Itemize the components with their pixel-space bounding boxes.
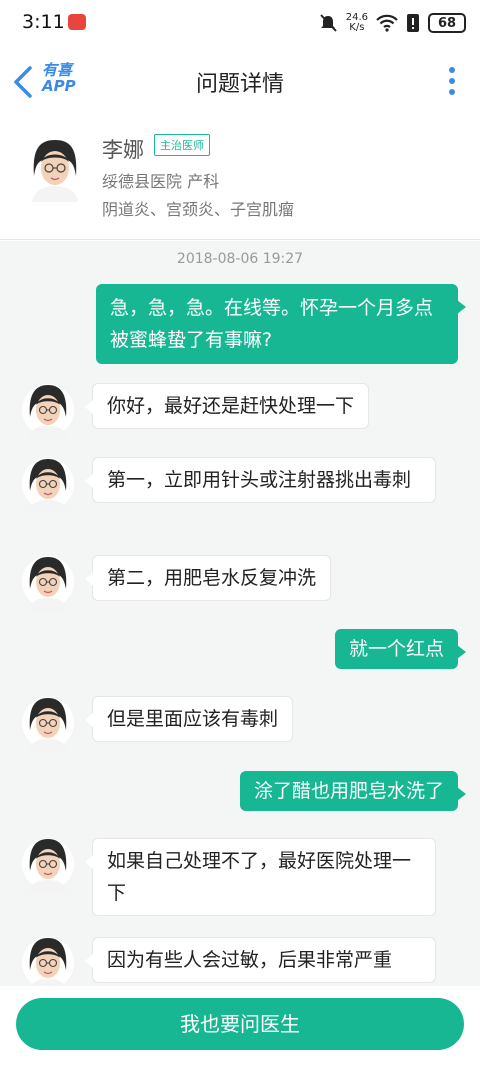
doctor-message: 第一，立即用针头或注射器挑出毒刺 bbox=[85, 457, 436, 503]
doctor-chat-avatar bbox=[22, 936, 74, 986]
chat-area[interactable]: 2018-08-06 19:27 急，急，急。在线等。怀孕一个月多点被蜜蜂蛰了有… bbox=[0, 241, 480, 986]
network-speed: 24.6 K/s bbox=[346, 13, 368, 33]
message-text: 涂了醋也用肥皂水洗了 bbox=[253, 780, 444, 802]
chat-timestamp: 2018-08-06 19:27 bbox=[176, 251, 304, 267]
app-notification-icon bbox=[68, 14, 86, 30]
doctor-avatar bbox=[26, 136, 84, 202]
doctor-specialty: 阴道炎、宫颈炎、子宫肌瘤 bbox=[102, 200, 295, 219]
message-text: 第一，立即用针头或注射器挑出毒刺 bbox=[107, 469, 412, 491]
doctor-hospital: 绥德县医院 产科 bbox=[102, 172, 220, 191]
ask-doctor-button[interactable]: 我也要问医生 bbox=[16, 998, 464, 1050]
message-text: 第二，用肥皂水反复冲洗 bbox=[107, 567, 317, 589]
user-message: 就一个红点 bbox=[334, 629, 467, 669]
battery-indicator: 68 bbox=[428, 13, 466, 33]
user-message: 急，急，急。在线等。怀孕一个月多点被蜜蜂蛰了有事嘛? bbox=[96, 284, 466, 364]
status-time: 3:11 bbox=[22, 11, 65, 33]
message-text: 因为有些人会过敏，后果非常严重 bbox=[107, 949, 393, 971]
doctor-message: 第二，用肥皂水反复冲洗 bbox=[84, 555, 332, 601]
message-text: 但是里面应该有毒刺 bbox=[107, 708, 279, 730]
doctor-message: 你好，最好还是赶快处理一下 bbox=[84, 383, 370, 429]
doctor-card[interactable]: 李娜 主治医师 绥德县医院 产科 阴道炎、宫颈炎、子宫肌瘤 bbox=[0, 116, 480, 240]
more-menu-icon[interactable] bbox=[446, 66, 458, 96]
nav-bar: 有喜 APP 问题详情 bbox=[0, 46, 480, 116]
wifi-icon bbox=[376, 14, 398, 32]
user-message: 涂了醋也用肥皂水洗了 bbox=[239, 771, 467, 811]
page-title: 问题详情 bbox=[195, 72, 284, 97]
status-icons: 24.6 K/s 68 bbox=[318, 11, 466, 35]
doctor-chat-avatar bbox=[22, 457, 74, 513]
bottom-bar: 我也要问医生 bbox=[0, 986, 480, 1066]
doctor-chat-avatar bbox=[22, 555, 74, 611]
alert-icon bbox=[407, 14, 419, 32]
doctor-title-badge: 主治医师 bbox=[154, 134, 210, 156]
doctor-name: 李娜 bbox=[102, 138, 144, 162]
message-text: 就一个红点 bbox=[348, 638, 444, 660]
doctor-message: 如果自己处理不了，最好医院处理一下 bbox=[85, 838, 436, 916]
doctor-message: 因为有些人会过敏，后果非常严重 bbox=[85, 937, 436, 983]
message-text: 你好，最好还是赶快处理一下 bbox=[107, 395, 355, 417]
doctor-chat-avatar bbox=[22, 383, 74, 439]
doctor-chat-avatar bbox=[22, 837, 74, 893]
doctor-message: 但是里面应该有毒刺 bbox=[84, 696, 294, 742]
message-text: 如果自己处理不了，最好医院处理一下 bbox=[107, 850, 412, 904]
message-text: 急，急，急。在线等。怀孕一个月多点被蜜蜂蛰了有事嘛? bbox=[110, 297, 434, 351]
network-speed-unit: K/s bbox=[349, 22, 365, 33]
mute-bell-icon bbox=[320, 14, 337, 32]
status-bar: 3:11 24.6 K/s 68 bbox=[0, 0, 480, 46]
doctor-chat-avatar bbox=[22, 696, 74, 752]
